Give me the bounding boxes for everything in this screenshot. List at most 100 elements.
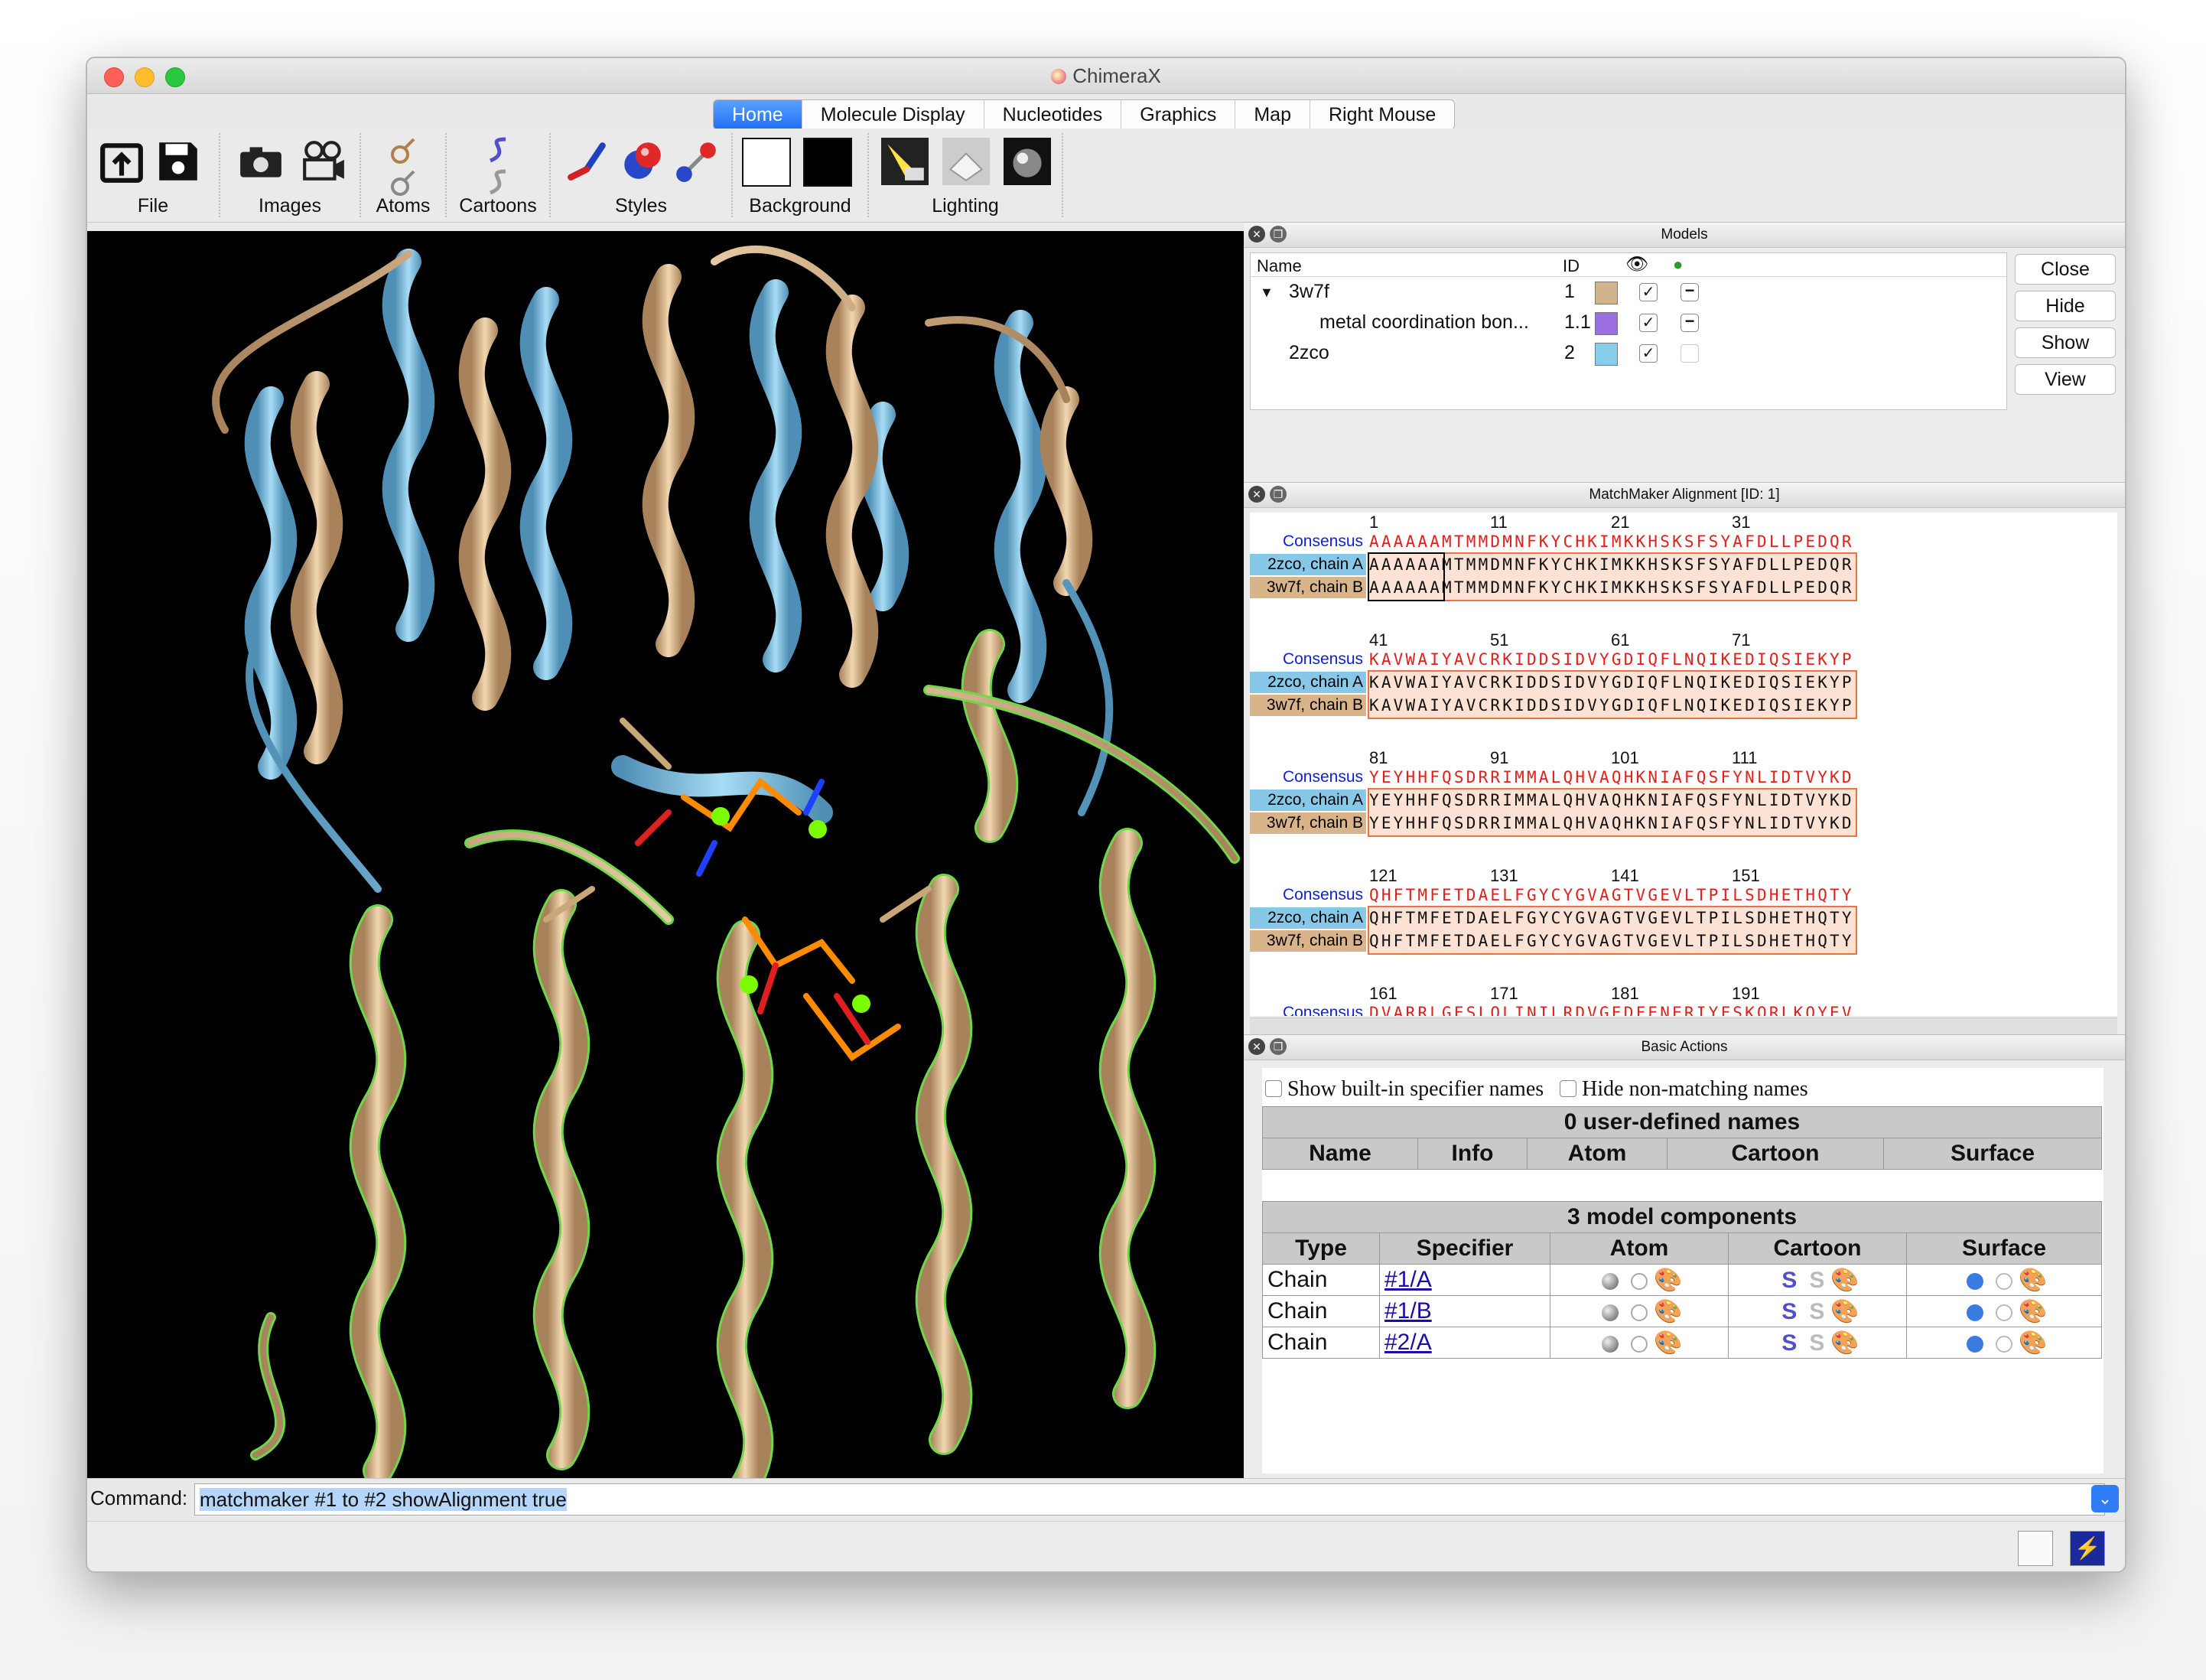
stick-style-icon[interactable] xyxy=(563,138,610,185)
model-visibility-checkbox[interactable]: ✓ xyxy=(1639,283,1658,301)
selection-inspector-icon[interactable] xyxy=(2018,1531,2053,1566)
close-panel-icon[interactable]: ✕ xyxy=(1248,226,1265,243)
show-surface-icon[interactable] xyxy=(1967,1335,1984,1353)
graphics-viewer[interactable] xyxy=(87,231,1244,1478)
sphere-style-icon[interactable] xyxy=(618,138,665,185)
consensus-row-label[interactable]: Consensus xyxy=(1250,767,1366,788)
hide-model-button[interactable]: Hide xyxy=(2015,291,2116,321)
chain-b-row-label[interactable]: 3w7f, chain B xyxy=(1250,812,1366,834)
white-background-icon[interactable] xyxy=(742,138,791,187)
chain-b-row-label[interactable]: 3w7f, chain B xyxy=(1250,930,1366,952)
chain-a-row-label[interactable]: 2zco, chain A xyxy=(1250,554,1366,575)
black-background-icon[interactable] xyxy=(803,138,852,187)
show-atoms-icon[interactable] xyxy=(1602,1335,1619,1353)
tab-map[interactable]: Map xyxy=(1235,100,1310,129)
show-atoms-icon[interactable] xyxy=(1602,1272,1619,1290)
show-builtin-checkbox[interactable] xyxy=(1265,1080,1282,1097)
model-row-3w7f[interactable]: ▼ 3w7f 1 ✓ − xyxy=(1251,277,2006,308)
model-select-toggle[interactable]: − xyxy=(1681,282,1699,301)
movie-camera-icon[interactable] xyxy=(300,138,347,185)
hide-atoms-icon[interactable] xyxy=(1631,1335,1648,1353)
model-color-swatch[interactable] xyxy=(1595,343,1618,366)
hide-nonmatching-checkbox[interactable] xyxy=(1560,1080,1577,1097)
consensus-row-label[interactable]: Consensus xyxy=(1250,531,1366,552)
command-input[interactable]: matchmaker #1 to #2 showAlignment true xyxy=(194,1483,2105,1516)
chain-a-row-sequence[interactable]: KAVWAIYAVCRKIDDSIDVYGDIQFLNQIKEDIQSIEKYP xyxy=(1369,672,1854,693)
tab-graphics[interactable]: Graphics xyxy=(1121,100,1236,129)
soft-lighting-icon[interactable] xyxy=(942,138,990,185)
chain-a-row-label[interactable]: 2zco, chain A xyxy=(1250,790,1366,811)
tab-home[interactable]: Home xyxy=(714,100,802,129)
chain-b-row-sequence[interactable]: QHFTMFETDAELFGYCYGVAGTVGEVLTPILSDHETHQTY xyxy=(1369,930,1854,952)
float-panel-icon[interactable]: ❐ xyxy=(1270,486,1287,503)
hide-atoms-icon[interactable] xyxy=(1631,1272,1648,1290)
specifier-link[interactable]: #2/A xyxy=(1384,1330,1432,1355)
alignment-scrollbar[interactable] xyxy=(1250,1017,2117,1035)
hide-surface-icon[interactable] xyxy=(1996,1335,2013,1353)
chain-b-row-sequence[interactable]: KAVWAIYAVCRKIDDSIDVYGDIQFLNQIKEDIQSIEKYP xyxy=(1369,695,1854,716)
model-row-1-1[interactable]: metal coordination bon... 1.1 ✓ − xyxy=(1251,308,2006,338)
hide-cartoon-icon[interactable] xyxy=(474,167,522,197)
hide-cartoon-icon[interactable]: S xyxy=(1809,1330,1824,1356)
close-panel-icon[interactable]: ✕ xyxy=(1248,1038,1265,1055)
show-cartoon-icon[interactable] xyxy=(474,135,522,165)
chain-a-row-sequence[interactable]: QHFTMFETDAELFGYCYGVAGTVGEVLTPILSDHETHQTY xyxy=(1369,907,1854,929)
show-surface-icon[interactable] xyxy=(1967,1304,1984,1321)
hide-surface-icon[interactable] xyxy=(1996,1272,2013,1290)
consensus-row-sequence[interactable]: YEYHHFQSDRRIMMALQHVAQHKNIAFQSFYNLIDTVYKD xyxy=(1369,767,1854,788)
color-palette-icon[interactable]: 🎨 xyxy=(1654,1268,1682,1293)
show-model-button[interactable]: Show xyxy=(2015,327,2116,358)
chain-a-row-label[interactable]: 2zco, chain A xyxy=(1250,907,1366,929)
color-palette-icon[interactable]: 🎨 xyxy=(1654,1330,1682,1356)
model-row-2zco[interactable]: 2zco 2 ✓ xyxy=(1251,338,2006,369)
close-panel-icon[interactable]: ✕ xyxy=(1248,486,1265,503)
chain-b-row-label[interactable]: 3w7f, chain B xyxy=(1250,577,1366,598)
tab-right-mouse[interactable]: Right Mouse xyxy=(1310,100,1454,129)
show-cartoon-icon[interactable]: S xyxy=(1781,1299,1797,1324)
chain-a-row-label[interactable]: 2zco, chain A xyxy=(1250,672,1366,693)
consensus-row-sequence[interactable]: AAAAAAMTMMDMNFKYCHKIMKKHSKSFSYAFDLLPEDQR xyxy=(1369,531,1854,552)
hide-atoms-icon[interactable] xyxy=(1631,1304,1648,1321)
model-color-swatch[interactable] xyxy=(1595,282,1618,304)
color-palette-icon[interactable]: 🎨 xyxy=(2019,1268,2047,1293)
camera-icon[interactable] xyxy=(237,138,285,185)
tab-molecule-display[interactable]: Molecule Display xyxy=(802,100,984,129)
simple-lighting-icon[interactable] xyxy=(881,138,929,185)
show-surface-icon[interactable] xyxy=(1967,1272,1984,1290)
view-model-button[interactable]: View xyxy=(2015,364,2116,395)
color-palette-icon[interactable]: 🎨 xyxy=(1830,1299,1859,1324)
model-select-toggle[interactable] xyxy=(1681,344,1699,363)
consensus-row-label[interactable]: Consensus xyxy=(1250,649,1366,670)
show-atoms-icon[interactable] xyxy=(1602,1304,1619,1321)
consensus-row-label[interactable]: Consensus xyxy=(1250,884,1366,906)
model-color-swatch[interactable] xyxy=(1595,312,1618,335)
save-icon[interactable] xyxy=(155,138,202,185)
open-icon[interactable] xyxy=(98,138,145,185)
consensus-row-sequence[interactable]: KAVWAIYAVCRKIDDSIDVYGDIQFLNQIKEDIQSIEKYP xyxy=(1369,649,1854,670)
consensus-row-sequence[interactable]: QHFTMFETDAELFGYCYGVAGTVGEVLTPILSDHETHQTY xyxy=(1369,884,1854,906)
sequence-alignment-view[interactable]: 1 11 21 31 Consensus AAAAAAMTMMDMNFKYCHKIMKKH… xyxy=(1250,513,2117,1016)
consensus-row-sequence[interactable]: DVARRLGESLQLINILRDVGEDFENERIYFSKQRLKQYEV xyxy=(1369,1002,1854,1016)
color-palette-icon[interactable]: 🎨 xyxy=(2019,1330,2047,1356)
specifier-link[interactable]: #1/B xyxy=(1384,1298,1432,1323)
lightning-icon[interactable]: ⚡ xyxy=(2070,1531,2105,1566)
model-visibility-checkbox[interactable]: ✓ xyxy=(1639,314,1658,332)
hide-atoms-icon[interactable] xyxy=(379,167,427,197)
color-palette-icon[interactable]: 🎨 xyxy=(1654,1299,1682,1324)
hide-cartoon-icon[interactable]: S xyxy=(1809,1268,1824,1293)
tab-nucleotides[interactable]: Nucleotides xyxy=(984,100,1122,129)
color-palette-icon[interactable]: 🎨 xyxy=(2019,1299,2047,1324)
specifier-link[interactable]: #1/A xyxy=(1384,1267,1432,1292)
model-select-toggle[interactable]: − xyxy=(1681,313,1699,332)
consensus-row-label[interactable]: Consensus xyxy=(1250,1002,1366,1016)
chain-a-row-sequence[interactable]: YEYHHFQSDRRIMMALQHVAQHKNIAFQSFYNLIDTVYKD xyxy=(1369,790,1854,811)
command-history-dropdown-icon[interactable]: ⌄ xyxy=(2091,1485,2119,1512)
close-model-button[interactable]: Close xyxy=(2015,254,2116,285)
disclosure-triangle-icon[interactable]: ▼ xyxy=(1260,285,1274,301)
show-cartoon-icon[interactable]: S xyxy=(1781,1268,1797,1293)
ball-stick-style-icon[interactable] xyxy=(673,138,721,185)
show-atoms-icon[interactable] xyxy=(379,135,427,165)
float-panel-icon[interactable]: ❐ xyxy=(1270,1038,1287,1055)
full-lighting-icon[interactable] xyxy=(1004,138,1051,185)
hide-surface-icon[interactable] xyxy=(1996,1304,2013,1321)
